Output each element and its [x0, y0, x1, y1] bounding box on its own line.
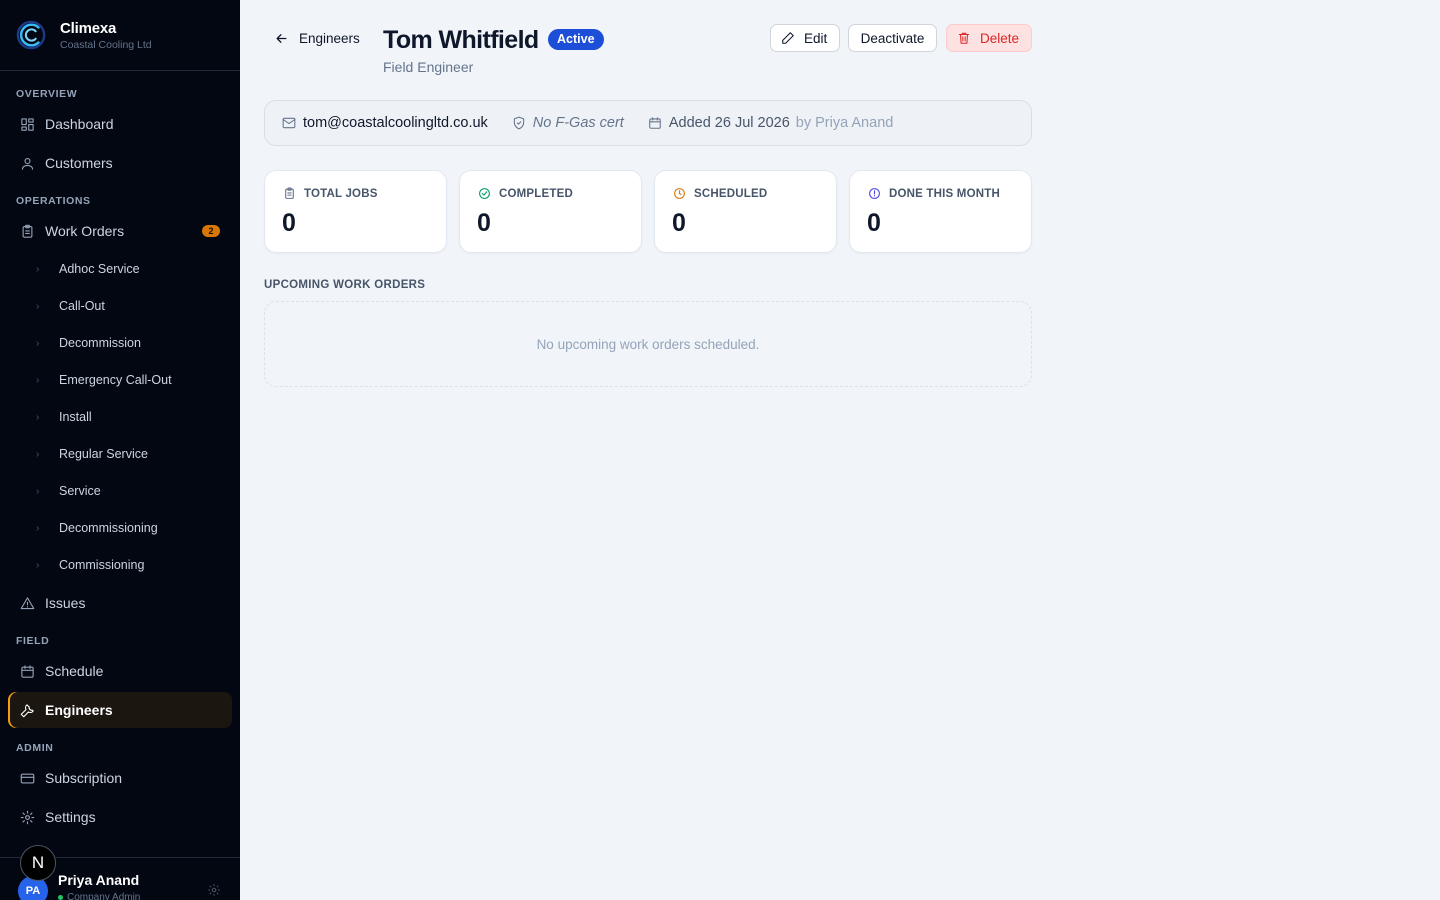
- engineer-info-bar: tom@coastalcoolingltd.co.uk No F-Gas cer…: [264, 100, 1032, 146]
- sidebar-item-dashboard[interactable]: Dashboard: [8, 106, 232, 142]
- climexa-logo-icon: [16, 20, 46, 50]
- company-name: Coastal Cooling Ltd: [60, 38, 152, 51]
- sidebar-subitem-service[interactable]: › Service: [36, 476, 101, 506]
- sidebar-subitem-commissioning[interactable]: › Commissioning: [36, 550, 144, 580]
- work-orders-count-badge: 2: [202, 225, 220, 237]
- user-name: Priya Anand: [58, 872, 140, 888]
- sidebar-item-label: Settings: [45, 809, 96, 825]
- sidebar-item-customers[interactable]: Customers: [8, 145, 232, 181]
- warning-icon: [20, 596, 35, 609]
- stat-value: 0: [477, 209, 491, 237]
- delete-button[interactable]: Delete: [946, 24, 1032, 52]
- sidebar: Climexa Coastal Cooling Ltd OVERVIEW Das…: [0, 0, 240, 900]
- chevron-right-icon: ›: [36, 448, 40, 460]
- arrow-left-icon: [276, 34, 287, 43]
- back-link[interactable]: Engineers: [274, 31, 360, 46]
- stat-done-this-month: DONE THIS MONTH 0: [849, 170, 1032, 253]
- stat-label: DONE THIS MONTH: [889, 187, 1000, 200]
- gear-icon: [20, 810, 35, 824]
- calendar-icon: [649, 117, 661, 129]
- added-info: Added 26 Jul 2026 by Priya Anand: [648, 115, 893, 131]
- sidebar-subitem-decommission[interactable]: › Decommission: [36, 328, 141, 358]
- sidebar-item-schedule[interactable]: Schedule: [8, 653, 232, 689]
- chevron-right-icon: ›: [36, 263, 40, 275]
- sidebar-item-engineers[interactable]: Engineers: [8, 692, 232, 728]
- section-overview: OVERVIEW: [16, 88, 78, 100]
- sidebar-item-settings[interactable]: Settings: [8, 799, 232, 835]
- stat-label: TOTAL JOBS: [304, 187, 378, 200]
- stat-completed: COMPLETED 0: [459, 170, 642, 253]
- sidebar-subitem-decommissioning[interactable]: › Decommissioning: [36, 513, 158, 543]
- clipboard-icon: [22, 224, 33, 238]
- pencil-icon: [782, 32, 794, 44]
- credit-card-icon: [20, 773, 35, 783]
- stat-value: 0: [672, 209, 686, 237]
- clock-icon: [674, 188, 685, 199]
- cert-info: No F-Gas cert: [512, 115, 624, 131]
- deactivate-button[interactable]: Deactivate: [848, 24, 937, 52]
- sidebar-subitem-adhoc-service[interactable]: › Adhoc Service: [36, 254, 140, 284]
- sidebar-item-work-orders[interactable]: Work Orders 2: [8, 213, 232, 249]
- status-badge: Active: [548, 29, 604, 50]
- stat-value: 0: [282, 209, 296, 237]
- engineer-role: Field Engineer: [383, 59, 474, 75]
- sidebar-item-subscription[interactable]: Subscription: [8, 760, 232, 796]
- edit-button[interactable]: Edit: [770, 24, 840, 52]
- chevron-right-icon: ›: [36, 559, 40, 571]
- sidebar-item-label: Issues: [45, 595, 86, 611]
- back-label: Engineers: [299, 31, 360, 46]
- clipboard-icon: [285, 187, 294, 199]
- sidebar-subitem-call-out[interactable]: › Call-Out: [36, 291, 105, 321]
- upcoming-title: UPCOMING WORK ORDERS: [264, 279, 426, 291]
- email-value: tom@coastalcoolingltd.co.uk: [303, 115, 488, 131]
- chevron-right-icon: ›: [36, 485, 40, 497]
- user-icon: [21, 157, 34, 170]
- n-badge[interactable]: N: [20, 845, 56, 881]
- info-circle-icon: [869, 188, 880, 199]
- chevron-right-icon: ›: [36, 374, 40, 386]
- added-by: by Priya Anand: [795, 115, 894, 131]
- chevron-right-icon: ›: [36, 337, 40, 349]
- stat-value: 0: [867, 209, 881, 237]
- added-date: Added 26 Jul 2026: [668, 115, 790, 131]
- email-info[interactable]: tom@coastalcoolingltd.co.uk: [282, 115, 488, 131]
- page-title: Tom Whitfield: [383, 26, 539, 54]
- sidebar-item-label: Subscription: [45, 770, 123, 786]
- mail-icon: [282, 117, 296, 129]
- check-circle-icon: [479, 188, 490, 199]
- shield-icon: [513, 116, 524, 130]
- trash-icon: [958, 32, 970, 44]
- stat-total-jobs: TOTAL JOBS 0: [264, 170, 447, 253]
- sidebar-item-label: Engineers: [45, 702, 113, 718]
- stat-scheduled: SCHEDULED 0: [654, 170, 837, 253]
- chevron-right-icon: ›: [36, 522, 40, 534]
- user-role: Company Admin: [58, 892, 140, 900]
- sidebar-item-label: Work Orders: [45, 223, 125, 239]
- cert-value: No F-Gas cert: [532, 115, 624, 131]
- dashboard-icon: [21, 117, 34, 131]
- section-field: FIELD: [16, 635, 50, 647]
- sidebar-subitem-regular-service[interactable]: › Regular Service: [36, 439, 148, 469]
- wrench-icon: [20, 703, 34, 717]
- brand[interactable]: Climexa Coastal Cooling Ltd: [0, 0, 240, 71]
- section-admin: ADMIN: [16, 742, 54, 754]
- sidebar-item-issues[interactable]: Issues: [8, 585, 232, 621]
- stat-label: COMPLETED: [499, 187, 573, 200]
- sidebar-item-label: Customers: [45, 155, 113, 171]
- sidebar-subitem-install[interactable]: › Install: [36, 402, 92, 432]
- upcoming-empty-state: No upcoming work orders scheduled.: [264, 301, 1032, 387]
- calendar-icon: [21, 664, 34, 678]
- section-operations: OPERATIONS: [16, 195, 91, 207]
- brand-name: Climexa: [60, 19, 117, 37]
- user-settings-gear-icon[interactable]: [207, 883, 221, 897]
- sidebar-item-label: Schedule: [45, 663, 104, 679]
- chevron-right-icon: ›: [36, 411, 40, 423]
- chevron-right-icon: ›: [36, 300, 40, 312]
- stat-label: SCHEDULED: [694, 187, 768, 200]
- sidebar-item-label: Dashboard: [45, 116, 114, 132]
- sidebar-subitem-emergency-call-out[interactable]: › Emergency Call-Out: [36, 365, 172, 395]
